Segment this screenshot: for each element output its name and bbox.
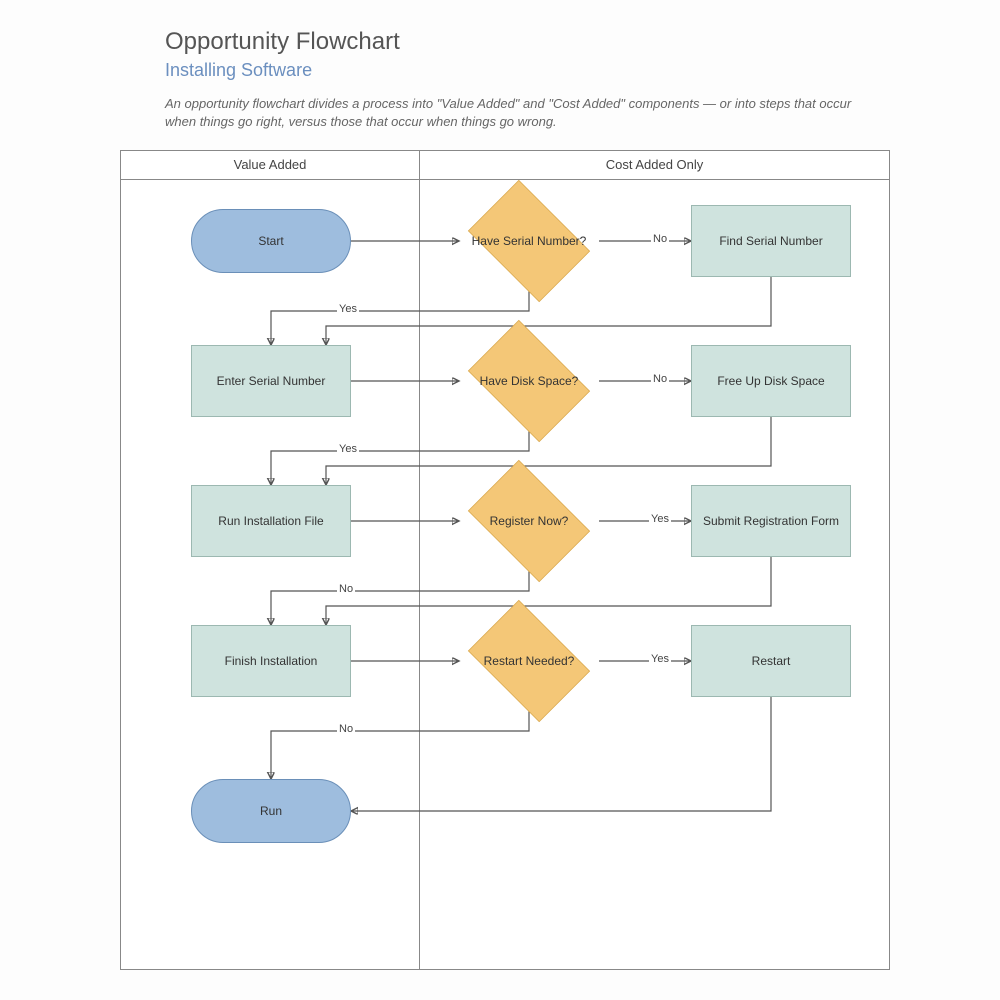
node-start: Start [191, 209, 351, 273]
edge-label-restart-yes: Yes [649, 653, 671, 665]
node-enter-serial: Enter Serial Number [191, 345, 351, 417]
node-run-label: Run [260, 804, 282, 818]
swimlane-frame: Value Added Cost Added Only [120, 150, 890, 970]
node-restart-label: Restart [752, 654, 791, 668]
lane-header-value-added: Value Added [121, 151, 420, 179]
node-register-now: Register Now? [459, 471, 599, 571]
node-run-install: Run Installation File [191, 485, 351, 557]
page-title: Opportunity Flowchart [165, 28, 400, 56]
node-enter-serial-label: Enter Serial Number [217, 374, 326, 388]
page-root: Opportunity Flowchart Installing Softwar… [0, 0, 1000, 1000]
node-restart-needed: Restart Needed? [459, 611, 599, 711]
node-have-serial-label: Have Serial Number? [459, 234, 599, 248]
lane-header: Value Added Cost Added Only [121, 151, 889, 180]
node-have-disk: Have Disk Space? [459, 331, 599, 431]
node-submit-reg-label: Submit Registration Form [703, 514, 839, 528]
node-restart: Restart [691, 625, 851, 697]
edge-label-have-serial-yes: Yes [337, 303, 359, 315]
edge-label-register-no: No [337, 583, 355, 595]
node-have-serial: Have Serial Number? [459, 191, 599, 291]
node-start-label: Start [258, 234, 283, 248]
node-run: Run [191, 779, 351, 843]
node-run-install-label: Run Installation File [218, 514, 323, 528]
edge-label-have-disk-yes: Yes [337, 443, 359, 455]
node-finish-install: Finish Installation [191, 625, 351, 697]
page-description: An opportunity flowchart divides a proce… [165, 95, 875, 131]
page-subtitle: Installing Software [165, 60, 312, 81]
node-free-disk-label: Free Up Disk Space [717, 374, 824, 388]
node-find-serial: Find Serial Number [691, 205, 851, 277]
node-finish-install-label: Finish Installation [225, 654, 318, 668]
edge-label-have-serial-no: No [651, 233, 669, 245]
edge-label-have-disk-no: No [651, 373, 669, 385]
edge-label-register-yes: Yes [649, 513, 671, 525]
node-free-disk: Free Up Disk Space [691, 345, 851, 417]
node-find-serial-label: Find Serial Number [719, 234, 822, 248]
node-restart-needed-label: Restart Needed? [459, 654, 599, 668]
node-have-disk-label: Have Disk Space? [459, 374, 599, 388]
node-submit-reg: Submit Registration Form [691, 485, 851, 557]
edge-label-restart-no: No [337, 723, 355, 735]
lane-header-cost-added: Cost Added Only [420, 151, 889, 179]
lane-divider [419, 179, 420, 969]
node-register-now-label: Register Now? [459, 514, 599, 528]
